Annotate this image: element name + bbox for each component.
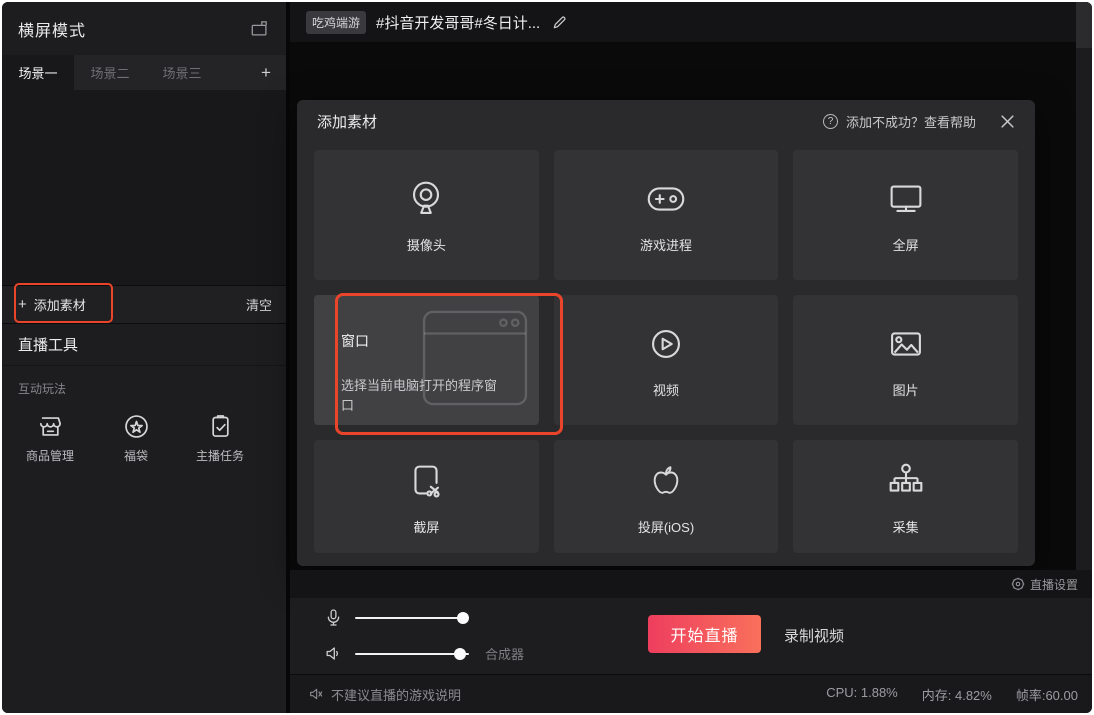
scene-tabs: 场景一 场景二 场景三 + bbox=[2, 55, 286, 90]
game-notice-label[interactable]: 不建议直播的游戏说明 bbox=[331, 685, 461, 704]
tile-video[interactable]: 视频 bbox=[554, 295, 779, 425]
mixer-label: 合成器 bbox=[485, 644, 524, 663]
live-studio-app: 横屏模式 场景一 场景二 场景三 + + 添加素材 清空 直播工具 互动玩法 bbox=[2, 2, 1092, 713]
tool-row: 商品管理 福袋 主播任 bbox=[2, 397, 286, 464]
speaker-icon[interactable] bbox=[324, 644, 343, 663]
add-material-label: 添加素材 bbox=[34, 295, 86, 314]
modal-header: 添加素材 ? 添加不成功？查看帮助 bbox=[297, 100, 1035, 142]
tile-ios-mirror[interactable]: 投屏(iOS) bbox=[554, 440, 779, 553]
start-live-button[interactable]: 开始直播 bbox=[648, 615, 761, 653]
help-icon: ? bbox=[823, 114, 838, 129]
record-video-button[interactable]: 录制视频 bbox=[784, 625, 844, 646]
fps-stat: 帧率:60.00 bbox=[1016, 685, 1078, 704]
add-material-modal: 添加素材 ? 添加不成功？查看帮助 bbox=[297, 100, 1035, 566]
add-material-row: + 添加素材 清空 bbox=[2, 285, 286, 324]
tile-fullscreen[interactable]: 全屏 bbox=[793, 150, 1018, 280]
right-gutter-top bbox=[1076, 2, 1092, 48]
gamepad-icon bbox=[643, 176, 689, 222]
microphone-icon[interactable] bbox=[324, 608, 343, 627]
help-link[interactable]: 添加不成功？查看帮助 bbox=[846, 112, 976, 131]
modal-title: 添加素材 bbox=[317, 111, 377, 132]
tile-label: 截屏 bbox=[413, 517, 439, 536]
apple-icon bbox=[643, 458, 689, 504]
live-tools-title: 直播工具 bbox=[2, 324, 286, 366]
layout-mode-title: 横屏模式 bbox=[18, 17, 86, 41]
mic-slider-thumb[interactable] bbox=[457, 612, 469, 624]
performance-stats: CPU: 1.88% 内存: 4.82% 帧率:60.00 bbox=[826, 685, 1078, 704]
tile-screenshot[interactable]: 截屏 bbox=[314, 440, 539, 553]
scene-content-panel bbox=[2, 90, 286, 285]
window-tile-title: 窗口 bbox=[341, 331, 369, 351]
tile-label: 投屏(iOS) bbox=[638, 517, 694, 536]
close-icon[interactable] bbox=[1000, 114, 1015, 129]
tile-label: 图片 bbox=[893, 380, 919, 399]
sidebar-header: 横屏模式 bbox=[2, 2, 286, 55]
clear-button[interactable]: 清空 bbox=[246, 295, 272, 314]
tool-item-anchor-task[interactable]: 主播任务 bbox=[190, 413, 250, 464]
tile-label: 摄像头 bbox=[407, 235, 446, 254]
tab-scene-1[interactable]: 场景一 bbox=[2, 55, 74, 90]
memory-stat: 内存: 4.82% bbox=[922, 685, 992, 704]
tile-label: 采集 bbox=[893, 517, 919, 536]
tile-label: 游戏进程 bbox=[640, 235, 692, 254]
material-tile-grid: 摄像头 游戏进程 bbox=[314, 150, 1018, 553]
tile-game-process[interactable]: 游戏进程 bbox=[554, 150, 779, 280]
modal-help[interactable]: ? 添加不成功？查看帮助 bbox=[823, 112, 1015, 131]
live-settings-label[interactable]: 直播设置 bbox=[1030, 576, 1078, 593]
tool-item-lucky-bag[interactable]: 福袋 bbox=[106, 413, 166, 464]
control-bar: 合成器 开始直播 录制视频 bbox=[290, 598, 1092, 674]
right-gutter bbox=[1076, 48, 1092, 570]
tile-window[interactable]: 窗口 选择当前电脑打开的程序窗口 bbox=[314, 295, 539, 425]
video-play-icon bbox=[643, 321, 689, 367]
speaker-volume-slider[interactable] bbox=[355, 653, 469, 655]
tool-label: 福袋 bbox=[124, 447, 148, 464]
picture-icon bbox=[883, 321, 929, 367]
game-category-badge[interactable]: 吃鸡端游 bbox=[306, 11, 366, 34]
tool-item-goods-management[interactable]: 商品管理 bbox=[18, 413, 82, 464]
add-material-button[interactable]: + 添加素材 bbox=[18, 295, 86, 314]
tool-label: 商品管理 bbox=[26, 447, 74, 464]
mic-volume-row bbox=[324, 608, 469, 627]
tab-scene-2[interactable]: 场景二 bbox=[74, 55, 146, 90]
capture-tree-icon bbox=[883, 458, 929, 504]
add-scene-button[interactable]: + bbox=[246, 55, 286, 90]
mic-volume-slider[interactable] bbox=[355, 617, 469, 619]
edit-title-icon[interactable] bbox=[552, 15, 567, 30]
tool-label: 主播任务 bbox=[196, 447, 244, 464]
cpu-stat: CPU: 1.88% bbox=[826, 685, 898, 704]
anchor-task-icon bbox=[207, 413, 234, 440]
room-title: #抖音开发哥哥#冬日计... bbox=[376, 12, 540, 33]
gear-icon[interactable] bbox=[1011, 577, 1025, 591]
tile-label: 视频 bbox=[653, 380, 679, 399]
tile-camera[interactable]: 摄像头 bbox=[314, 150, 539, 280]
plus-icon: + bbox=[18, 297, 27, 312]
topbar: 吃鸡端游 #抖音开发哥哥#冬日计... bbox=[290, 2, 1092, 42]
tile-capture[interactable]: 采集 bbox=[793, 440, 1018, 553]
main-area: 吃鸡端游 #抖音开发哥哥#冬日计... 添加素材 ? 添加不成功？查看帮助 bbox=[290, 2, 1092, 713]
tile-picture[interactable]: 图片 bbox=[793, 295, 1018, 425]
game-notice[interactable]: 不建议直播的游戏说明 bbox=[308, 685, 461, 704]
store-icon bbox=[37, 413, 64, 440]
speaker-slider-thumb[interactable] bbox=[454, 648, 466, 660]
tile-label: 全屏 bbox=[893, 235, 919, 254]
status-bar: 不建议直播的游戏说明 CPU: 1.88% 内存: 4.82% 帧率:60.00 bbox=[290, 674, 1092, 713]
window-icon bbox=[421, 309, 529, 407]
live-settings-row: 直播设置 bbox=[290, 570, 1092, 598]
lucky-bag-icon bbox=[123, 413, 150, 440]
camera-icon bbox=[403, 176, 449, 222]
screenshot-icon bbox=[403, 458, 449, 504]
speaker-volume-row: 合成器 bbox=[324, 644, 524, 663]
interactive-play-label: 互动玩法 bbox=[18, 380, 286, 397]
horn-icon bbox=[308, 686, 324, 702]
tab-scene-3[interactable]: 场景三 bbox=[146, 55, 218, 90]
rotate-screen-icon[interactable] bbox=[250, 19, 270, 39]
sidebar: 横屏模式 场景一 场景二 场景三 + + 添加素材 清空 直播工具 互动玩法 bbox=[2, 2, 286, 713]
fullscreen-monitor-icon bbox=[883, 176, 929, 222]
